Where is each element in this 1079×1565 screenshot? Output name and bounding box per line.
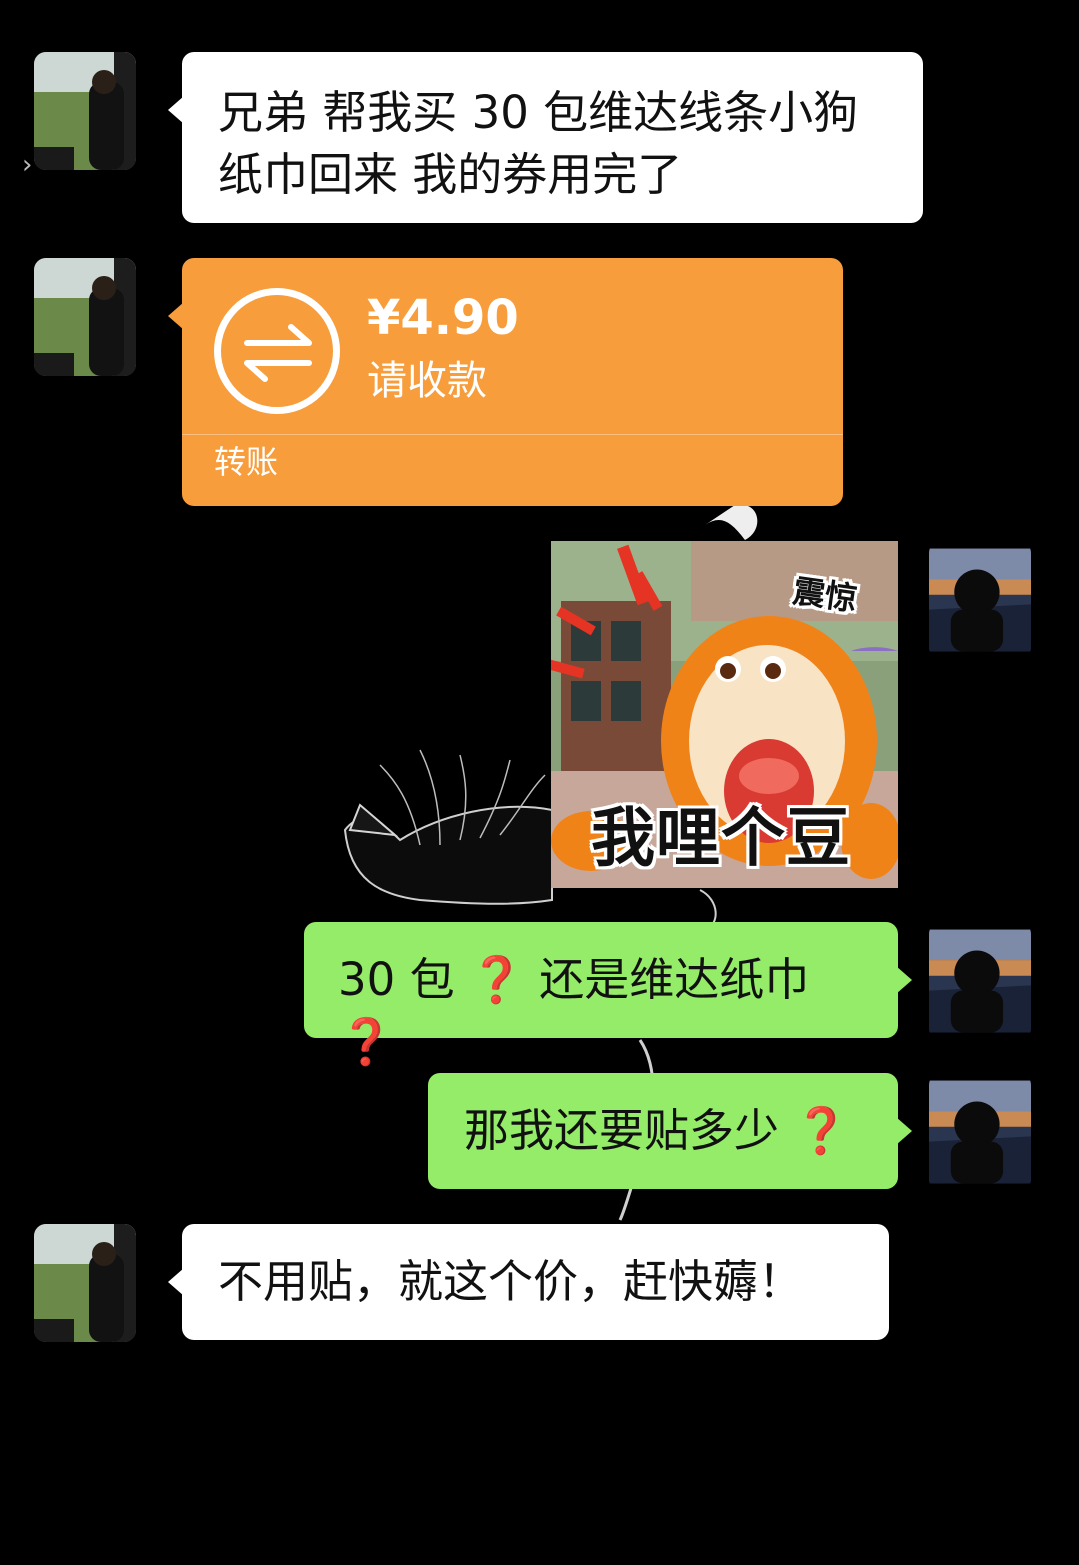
message-bubble-outgoing[interactable]: 30 包 ❓ 还是维达纸巾 ❓ bbox=[304, 922, 912, 1068]
question-mark-icon: ❓ bbox=[468, 953, 525, 1006]
message-text: 不用贴，就这个价，赶快薅！ bbox=[218, 1255, 804, 1308]
avatar-friend[interactable] bbox=[34, 1224, 136, 1342]
avatar-me[interactable] bbox=[929, 922, 1031, 1040]
message-text: 兄弟 帮我买 30 包维达线条小狗 纸巾回来 我的券用完了 bbox=[218, 86, 859, 201]
message-text: 那我还要贴多少 bbox=[464, 1104, 780, 1157]
sticker-caption-big: 我哩个豆 bbox=[591, 802, 851, 876]
question-mark-icon: ❓ bbox=[793, 1104, 850, 1157]
sticker-message[interactable]: 震惊 我哩个豆 bbox=[551, 541, 898, 888]
message-bubble-outgoing[interactable]: 那我还要贴多少 ❓ bbox=[428, 1073, 912, 1189]
transfer-kind-label: 转账 bbox=[214, 443, 279, 481]
chevron-right-icon[interactable]: › bbox=[22, 150, 32, 180]
transfer-amount: ¥4.90 bbox=[367, 290, 519, 346]
message-text: 30 包 bbox=[338, 953, 455, 1006]
message-text: 还是维达纸巾 bbox=[539, 953, 810, 1006]
transfer-memo: 请收款 bbox=[367, 358, 487, 404]
avatar-friend[interactable] bbox=[34, 258, 136, 376]
question-mark-icon: ❓ bbox=[338, 1015, 395, 1068]
message-bubble-incoming[interactable]: 不用贴，就这个价，赶快薅！ bbox=[168, 1224, 889, 1340]
chat-window: › 兄弟 帮我买 30 包维达线条小狗 纸巾回来 我的券用完了 ¥4.90 请收… bbox=[0, 0, 1079, 1565]
avatar-friend[interactable] bbox=[34, 52, 136, 170]
transfer-arrows-icon bbox=[214, 288, 340, 414]
message-bubble-incoming[interactable]: 兄弟 帮我买 30 包维达线条小狗 纸巾回来 我的券用完了 bbox=[168, 52, 923, 223]
transfer-divider bbox=[182, 434, 843, 435]
avatar-me[interactable] bbox=[929, 1073, 1031, 1191]
transfer-card[interactable]: ¥4.90 请收款 转账 bbox=[168, 258, 843, 506]
avatar-me[interactable] bbox=[929, 541, 1031, 659]
